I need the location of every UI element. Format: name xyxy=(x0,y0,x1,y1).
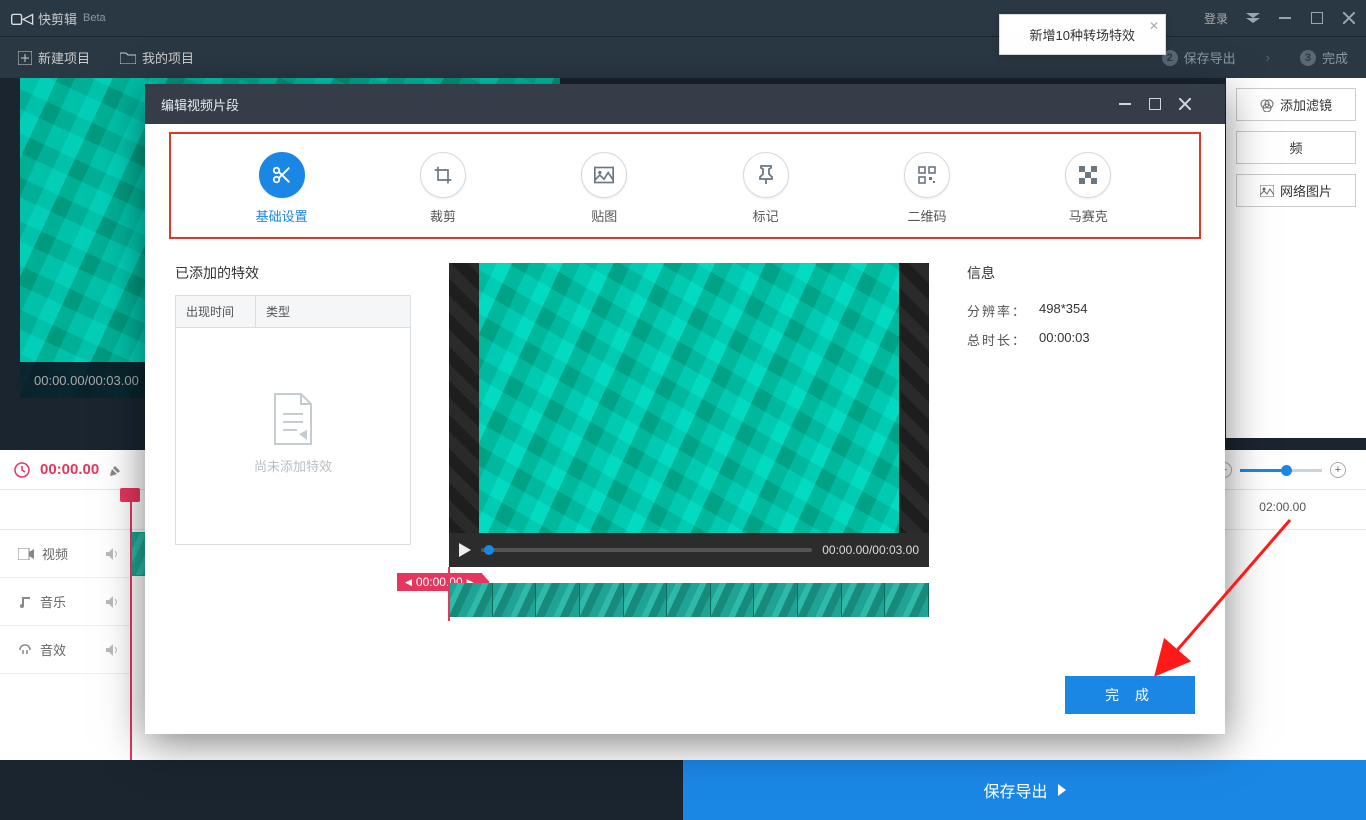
tab-sticker[interactable]: 贴图 xyxy=(554,152,654,225)
export-button[interactable]: 保存导出 xyxy=(683,760,1366,820)
video-icon xyxy=(18,548,34,560)
app-name: 快剪辑 xyxy=(38,9,77,28)
new-project-label: 新建项目 xyxy=(38,48,90,67)
tab-mosaic[interactable]: 马赛克 xyxy=(1038,152,1138,225)
effects-list-panel: 已添加的特效 出现时间 类型 尚未添加特效 xyxy=(175,263,411,652)
preview-seek-slider[interactable] xyxy=(481,548,812,552)
mute-icon[interactable] xyxy=(106,548,120,560)
col-type: 类型 xyxy=(256,296,300,327)
close-icon[interactable] xyxy=(1342,11,1356,25)
zoom-slider[interactable]: − + xyxy=(1216,458,1346,482)
resolution-value: 498*354 xyxy=(1039,301,1087,320)
video-track-label: 视频 xyxy=(0,530,130,578)
new-project-button[interactable]: 新建项目 xyxy=(18,48,90,67)
music-icon xyxy=(18,595,32,609)
flag-left-icon: ◀ xyxy=(405,577,412,588)
tooltip-text: 新增10种转场特效 xyxy=(1030,28,1135,43)
tooltip-close-icon[interactable]: ✕ xyxy=(1149,19,1159,33)
timeline-current-time: 00:00.00 xyxy=(40,461,99,478)
pin-icon xyxy=(743,152,789,198)
document-icon xyxy=(271,392,315,446)
dialog-titlebar: 编辑视频片段 xyxy=(145,84,1225,124)
dialog-maximize-icon[interactable] xyxy=(1149,98,1179,110)
app-logo: ▢◁ 快剪辑 Beta xyxy=(10,9,106,28)
clip-info-panel: 信息 分辨率： 498*354 总时长： 00:00:03 xyxy=(967,263,1195,652)
pencil-icon[interactable] xyxy=(109,464,121,476)
my-projects-button[interactable]: 我的项目 xyxy=(120,48,194,67)
strip-playhead[interactable] xyxy=(448,567,450,621)
login-link[interactable]: 登录 xyxy=(1204,10,1228,27)
beta-label: Beta xyxy=(83,12,106,24)
tool-tabs-highlight: 基础设置 裁剪 贴图 标记 xyxy=(169,132,1201,239)
music-track-label: 音乐 xyxy=(0,578,130,626)
thumbnail-strip[interactable] xyxy=(449,583,929,617)
logo-icon: ▢◁ xyxy=(10,10,32,27)
chevron-right-icon: › xyxy=(1266,50,1270,65)
menu-icon[interactable] xyxy=(1246,11,1260,25)
tab-basic-settings[interactable]: 基础设置 xyxy=(232,152,332,225)
transitions-tooltip: ✕ 新增10种转场特效 xyxy=(999,14,1166,55)
my-projects-label: 我的项目 xyxy=(142,48,194,67)
zoom-in-button[interactable]: + xyxy=(1330,462,1346,478)
bottom-bar: 保存导出 xyxy=(0,760,1366,820)
done-button[interactable]: 完 成 xyxy=(1065,676,1195,714)
tab-qrcode[interactable]: 二维码 xyxy=(877,152,977,225)
preview-time: 00:00.00/00:03.00 xyxy=(822,543,919,557)
sfx-track-label: 音效 xyxy=(0,626,130,674)
scissors-icon xyxy=(259,152,305,198)
effects-table: 出现时间 类型 尚未添加特效 xyxy=(175,295,411,545)
duration-label: 总时长： xyxy=(967,330,1039,349)
duration-value: 00:00:03 xyxy=(1039,330,1090,349)
dialog-minimize-icon[interactable] xyxy=(1119,98,1149,110)
maximize-icon[interactable] xyxy=(1310,11,1324,25)
tab-crop[interactable]: 裁剪 xyxy=(393,152,493,225)
resolution-label: 分辨率： xyxy=(967,301,1039,320)
playhead-line xyxy=(130,490,132,760)
clock-icon xyxy=(14,462,30,478)
side-panel: 添加滤镜 频 网络图片 xyxy=(1226,78,1366,438)
chevron-right-icon xyxy=(1058,784,1066,796)
add-filter-button[interactable]: 添加滤镜 xyxy=(1236,88,1356,121)
dialog-title: 编辑视频片段 xyxy=(161,95,239,114)
freq-button[interactable]: 频 xyxy=(1236,131,1356,164)
clip-preview xyxy=(449,263,929,533)
net-image-button[interactable]: 网络图片 xyxy=(1236,174,1356,207)
clip-preview-panel: 00:00.00/00:03.00 ◀ 00:00.00 ▶ xyxy=(449,263,929,652)
minimize-icon[interactable] xyxy=(1278,11,1292,25)
edit-clip-dialog: 编辑视频片段 基础设置 裁剪 贴图 xyxy=(145,84,1225,734)
effects-empty-state: 尚未添加特效 xyxy=(176,328,410,538)
mute-icon[interactable] xyxy=(106,644,120,656)
tab-mark[interactable]: 标记 xyxy=(716,152,816,225)
play-button[interactable] xyxy=(459,543,471,557)
effects-heading: 已添加的特效 xyxy=(175,263,411,283)
mosaic-icon xyxy=(1065,152,1111,198)
step-2[interactable]: 2保存导出 xyxy=(1162,48,1236,67)
ruler-tick: 02:00.00 xyxy=(1259,500,1306,514)
info-heading: 信息 xyxy=(967,263,1195,283)
sfx-icon xyxy=(18,643,32,657)
dialog-close-icon[interactable] xyxy=(1179,98,1209,110)
crop-icon xyxy=(420,152,466,198)
qrcode-icon xyxy=(904,152,950,198)
mute-icon[interactable] xyxy=(106,596,120,608)
step-3[interactable]: 3完成 xyxy=(1300,48,1348,67)
col-appear-time: 出现时间 xyxy=(176,296,256,327)
image-icon xyxy=(581,152,627,198)
preview-controls: 00:00.00/00:03.00 xyxy=(449,533,929,567)
